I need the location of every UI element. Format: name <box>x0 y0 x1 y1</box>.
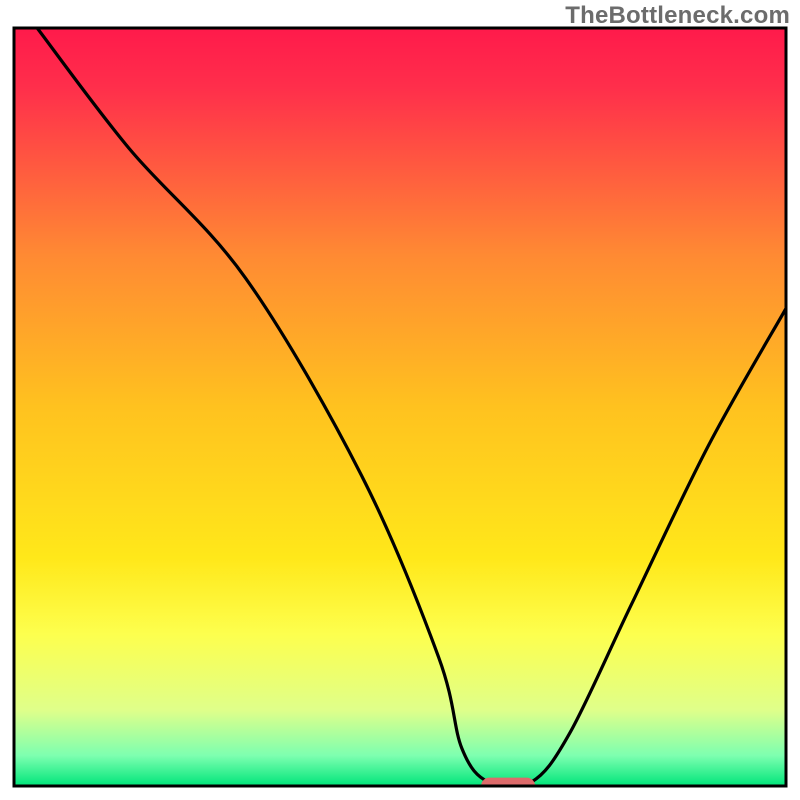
chart-container: { "watermark": "TheBottleneck.com", "cha… <box>0 0 800 800</box>
gradient-background <box>14 28 786 786</box>
bottleneck-chart <box>0 0 800 800</box>
watermark: TheBottleneck.com <box>565 2 790 30</box>
